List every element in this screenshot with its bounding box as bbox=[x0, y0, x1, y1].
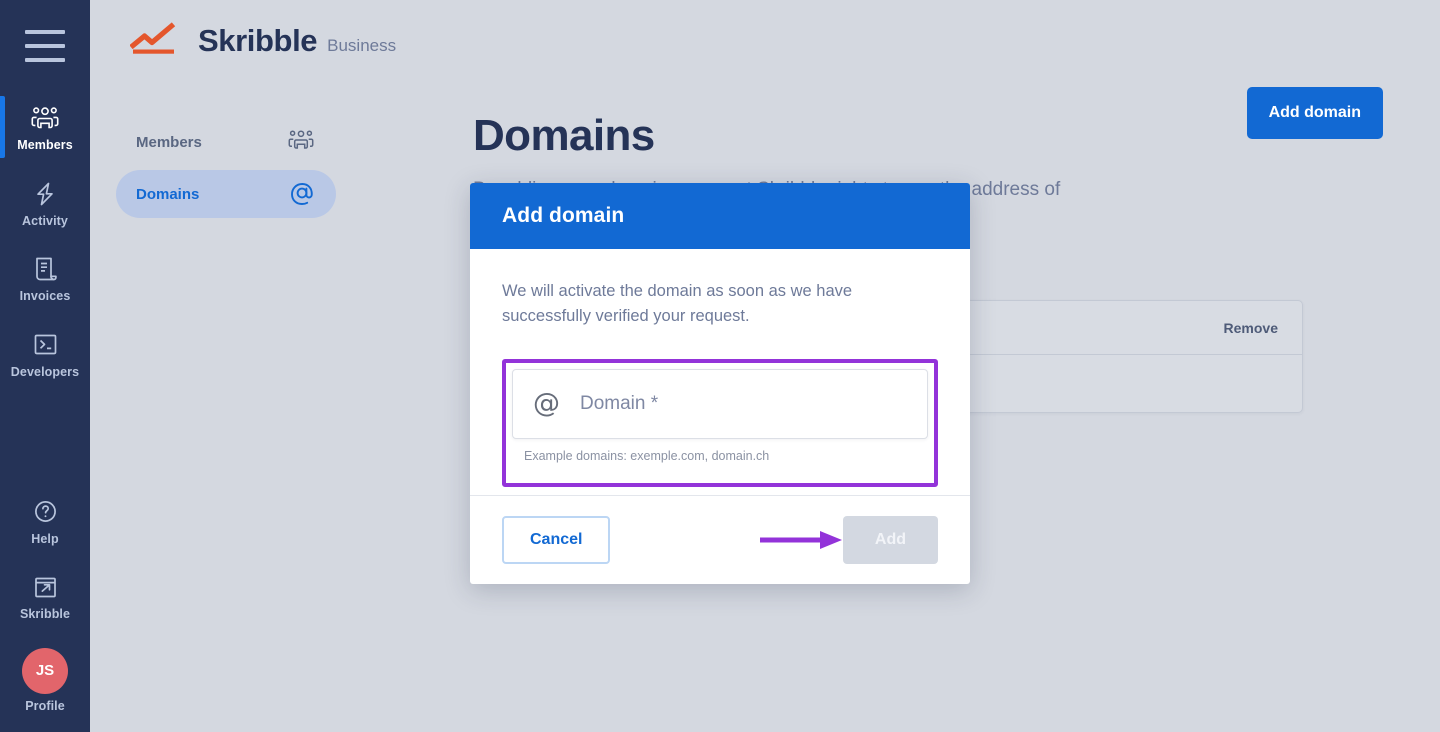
add-domain-dialog: Add domain We will activate the domain a… bbox=[470, 183, 970, 584]
dialog-header: Add domain bbox=[470, 183, 970, 249]
add-submit-button[interactable]: Add bbox=[842, 515, 938, 564]
purple-arrow-pointing-right bbox=[758, 529, 850, 551]
document-invoice-icon bbox=[30, 254, 60, 284]
app-root: Members Activity Invoices Developers Hel… bbox=[0, 0, 1440, 732]
cancel-button[interactable]: Cancel bbox=[502, 515, 611, 564]
skribble-chart-logo bbox=[130, 22, 188, 56]
sidebar-item-skribble[interactable]: Skribble bbox=[0, 563, 90, 629]
brand-suffix: Business bbox=[327, 36, 397, 55]
dialog-footer: Cancel Add bbox=[470, 496, 970, 584]
sidebar-item-label: Activity bbox=[22, 213, 68, 228]
sidebar-item-label: Developers bbox=[10, 364, 80, 379]
domain-input-container[interactable]: @ bbox=[512, 368, 928, 439]
question-circle-icon bbox=[30, 497, 60, 527]
domain-input-hint: Example domains: exemple.com, domain.ch bbox=[524, 448, 770, 463]
hamburger-menu-icon[interactable] bbox=[23, 30, 67, 62]
lightning-bolt-icon bbox=[30, 179, 60, 209]
members-group-icon bbox=[30, 103, 60, 133]
table-header-remove: Remove bbox=[1223, 319, 1278, 336]
hamburger-line bbox=[25, 44, 65, 48]
sidebar-item-members-secondary[interactable]: Members bbox=[116, 118, 336, 166]
at-sign-icon: @ bbox=[533, 388, 560, 419]
hamburger-line bbox=[25, 30, 65, 34]
hamburger-line bbox=[25, 58, 65, 62]
dialog-title: Add domain bbox=[502, 204, 625, 227]
at-sign-icon bbox=[288, 180, 316, 208]
external-link-icon bbox=[30, 572, 60, 602]
primary-sidebar: Members Activity Invoices Developers Hel… bbox=[0, 0, 90, 732]
sidebar-item-label: Invoices bbox=[19, 289, 71, 303]
dialog-body: We will activate the domain as soon as w… bbox=[470, 249, 970, 496]
brand-header: Skribble Business bbox=[130, 22, 396, 56]
section-nav-label: Members bbox=[136, 133, 202, 151]
sidebar-nav-list: Members Activity Invoices Developers bbox=[0, 94, 90, 396]
sidebar-item-activity[interactable]: Activity bbox=[0, 170, 90, 236]
members-group-icon bbox=[286, 129, 316, 155]
avatar: JS bbox=[22, 647, 68, 694]
avatar-initials: JS bbox=[35, 662, 55, 679]
section-nav-label: Domains bbox=[136, 185, 200, 203]
sidebar-item-label: Help bbox=[31, 531, 59, 546]
add-domain-button[interactable]: Add domain bbox=[1246, 87, 1383, 139]
brand-name: Skribble bbox=[198, 23, 318, 58]
sidebar-item-label: Profile bbox=[25, 698, 65, 713]
sidebar-item-help[interactable]: Help bbox=[0, 488, 90, 554]
sidebar-bottom-group: Help Skribble JS Profile bbox=[0, 488, 90, 732]
page-title: Domains bbox=[473, 111, 655, 160]
sidebar-item-profile[interactable]: JS Profile bbox=[0, 639, 90, 721]
terminal-code-icon bbox=[30, 330, 60, 360]
domain-field-group: @ Example domains: exemple.com, domain.c… bbox=[502, 358, 938, 487]
dialog-description: We will activate the domain as soon as w… bbox=[502, 282, 853, 325]
section-nav: Members Domains bbox=[116, 118, 336, 222]
sidebar-item-domains-secondary[interactable]: Domains bbox=[116, 170, 336, 218]
domain-input[interactable] bbox=[580, 392, 907, 415]
sidebar-item-developers[interactable]: Developers bbox=[0, 321, 90, 387]
sidebar-item-members[interactable]: Members bbox=[0, 94, 90, 160]
sidebar-item-label: Skribble bbox=[19, 607, 71, 621]
sidebar-item-label: Members bbox=[17, 138, 73, 152]
sidebar-item-invoices[interactable]: Invoices bbox=[0, 245, 90, 311]
